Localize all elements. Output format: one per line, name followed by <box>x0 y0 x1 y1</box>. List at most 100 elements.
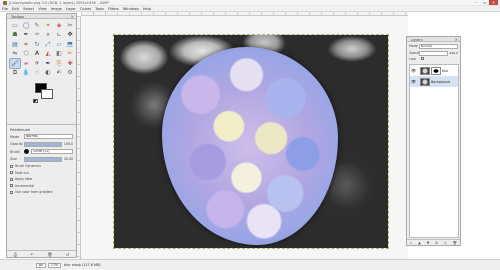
menu-filters[interactable]: Filters <box>108 7 119 11</box>
window-controls: – ▫ ✕ <box>471 0 498 5</box>
option-row[interactable]: Incremental <box>10 183 73 188</box>
blur-sharpen-icon[interactable]: 💧 <box>21 69 31 78</box>
menu-help[interactable]: Help <box>143 7 151 11</box>
restore-options-icon[interactable]: ↶ <box>30 252 33 257</box>
menu-tools[interactable]: Tools <box>95 7 104 11</box>
smudge-icon[interactable]: ☝ <box>32 69 42 78</box>
eye-icon[interactable]: 👁 <box>411 68 416 73</box>
option-row[interactable]: Apply Jitter <box>10 177 73 182</box>
eraser-icon[interactable]: ▰ <box>21 59 31 68</box>
foreground-select-icon[interactable]: ☗ <box>10 31 20 40</box>
menu-windows[interactable]: Windows <box>123 7 139 11</box>
save-options-icon[interactable]: ⎙ <box>14 252 17 257</box>
paths-icon[interactable]: ✒ <box>21 31 31 40</box>
layer-opacity-slider[interactable] <box>419 50 449 56</box>
option-row[interactable]: Use color from gradient <box>10 190 73 195</box>
menu-image[interactable]: Image <box>51 7 62 11</box>
maximize-button[interactable]: ▫ <box>480 0 489 5</box>
layers-close-icon[interactable]: × <box>455 37 458 42</box>
gegl-icon[interactable]: ⚙ <box>65 69 75 78</box>
cage-icon[interactable]: ⬡ <box>21 50 31 59</box>
default-colors-icon[interactable] <box>33 98 38 103</box>
layer-row-background[interactable]: 👁 Background <box>410 76 458 87</box>
unit-dropdown[interactable]: px <box>36 262 46 268</box>
brush-preview-icon[interactable] <box>24 149 29 154</box>
checkbox[interactable] <box>10 190 13 194</box>
align-icon[interactable]: ▤ <box>10 40 20 49</box>
eye-icon[interactable]: 👁 <box>411 79 416 84</box>
checkbox[interactable] <box>10 164 13 168</box>
anchor-layer-icon[interactable]: ⚓ <box>444 241 447 245</box>
airbrush-icon[interactable]: ✈ <box>32 59 42 68</box>
rect-select-icon[interactable]: ▭ <box>10 21 20 30</box>
brush-name-field[interactable]: Circle (11) <box>31 149 73 154</box>
menu-file[interactable]: File <box>2 7 8 11</box>
delete-options-icon[interactable]: 🗑 <box>47 252 52 257</box>
gimp-app-icon <box>3 1 7 5</box>
mypaint-brush-icon[interactable]: ✍ <box>54 69 64 78</box>
delete-layer-icon[interactable]: 🗑 <box>453 241 457 245</box>
zoom-dropdown[interactable]: 11% <box>47 262 62 268</box>
blend-icon[interactable]: ◧ <box>54 50 64 59</box>
raise-layer-icon[interactable]: ▲ <box>418 241 421 245</box>
move-icon[interactable]: ✥ <box>65 31 75 40</box>
fuzzy-select-icon[interactable]: ✦ <box>43 21 53 30</box>
text-icon[interactable]: A <box>32 50 42 59</box>
background-color-swatch[interactable] <box>41 88 53 99</box>
opacity-slider[interactable] <box>24 141 62 147</box>
dodge-burn-icon[interactable]: ◐ <box>43 69 53 78</box>
rotate-icon[interactable]: ↻ <box>32 40 42 49</box>
menu-colors[interactable]: Colors <box>80 7 91 11</box>
shear-icon[interactable]: ▱ <box>54 40 64 49</box>
layer-name[interactable]: Background <box>431 80 450 84</box>
minimize-button[interactable]: – <box>471 0 480 5</box>
bucket-fill-icon[interactable]: ◭ <box>43 50 53 59</box>
zoom-icon[interactable]: ⌕ <box>43 31 53 40</box>
crop-icon[interactable]: ⌗ <box>21 40 31 49</box>
option-row[interactable]: Fade out <box>10 170 73 175</box>
menu-layer[interactable]: Layer <box>66 7 76 11</box>
option-row[interactable]: Brush Dynamics <box>10 164 73 169</box>
tool-options-title: Paintbrush <box>10 127 31 132</box>
reset-options-icon[interactable]: ↺ <box>66 252 69 257</box>
clone-icon[interactable]: ⎘ <box>54 59 64 68</box>
layer-opacity-label: Opacity <box>409 51 422 55</box>
menu-select[interactable]: Select <box>23 7 34 11</box>
menu-view[interactable]: View <box>38 7 47 11</box>
color-picker-icon[interactable]: ✑ <box>32 31 42 40</box>
option-label: Use color from gradient <box>15 190 53 194</box>
layers-bottom-bar: ▫ ▲ ▼ ⧉ ⚓ 🗑 <box>407 239 460 245</box>
window-title: [Colors\photo.png-3.0 (RGB, 2 layers) 25… <box>9 1 109 5</box>
measure-icon[interactable]: ⊾ <box>54 31 64 40</box>
ink-icon[interactable]: ✒ <box>43 59 53 68</box>
close-button[interactable]: ✕ <box>489 0 498 5</box>
paintbrush-icon[interactable]: 🖌 <box>9 58 21 69</box>
menu-edit[interactable]: Edit <box>12 7 19 11</box>
lock-pixels-checkbox[interactable] <box>421 57 424 60</box>
ellipse-select-icon[interactable]: ◯ <box>21 21 31 30</box>
duplicate-layer-icon[interactable]: ⧉ <box>435 241 438 245</box>
status-bar: px 11% blur mask (117.6 MB) <box>0 259 500 270</box>
scale-icon[interactable]: ⤢ <box>43 40 53 49</box>
checkbox[interactable] <box>10 177 13 181</box>
layer-mode-dropdown[interactable]: Normal <box>419 43 458 49</box>
checkbox[interactable] <box>10 184 13 187</box>
new-layer-icon[interactable]: ▫ <box>410 241 412 245</box>
flip-icon[interactable]: ⇋ <box>10 50 20 59</box>
size-slider[interactable] <box>24 156 62 162</box>
pencil-icon[interactable]: ✏ <box>65 50 75 59</box>
checkbox[interactable] <box>10 171 13 174</box>
toolbox-close-icon[interactable]: × <box>71 14 74 19</box>
lower-layer-icon[interactable]: ▼ <box>427 241 430 245</box>
free-select-icon[interactable]: ✎ <box>32 21 42 30</box>
layer-mask-thumbnail[interactable] <box>431 66 441 75</box>
perspective-clone-icon[interactable]: ⧉ <box>10 69 20 78</box>
mode-dropdown[interactable]: Normal <box>24 134 73 139</box>
color-select-icon[interactable]: ◈ <box>54 21 64 30</box>
perspective-icon[interactable]: ⬒ <box>65 40 75 49</box>
scissors-icon[interactable]: ✂ <box>65 21 75 30</box>
image-canvas[interactable] <box>113 34 389 249</box>
layer-row-blur[interactable]: 👁 blur <box>410 65 458 76</box>
heal-icon[interactable]: ✚ <box>65 59 75 68</box>
layer-name[interactable]: blur <box>442 69 448 73</box>
